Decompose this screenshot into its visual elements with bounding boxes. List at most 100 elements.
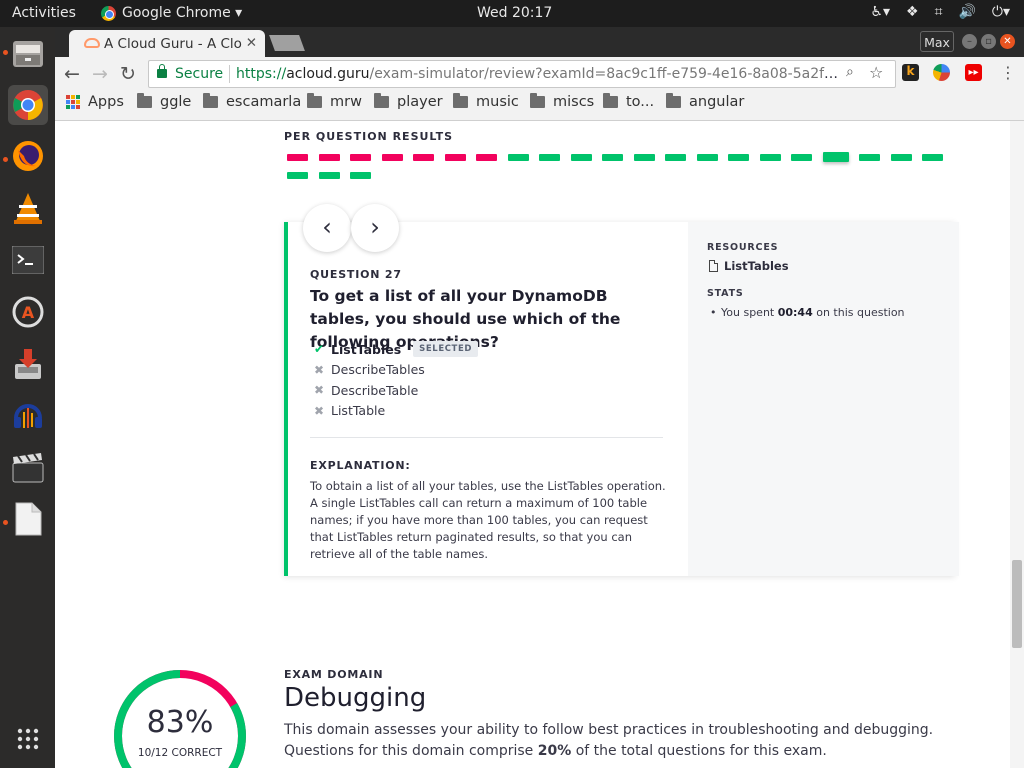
- question-result-dash[interactable]: [859, 154, 880, 161]
- folder-icon: [603, 93, 618, 108]
- scrollbar-thumb[interactable]: [1012, 560, 1022, 648]
- bookmarks-bar: Apps ggle escamarla mrw player music mis…: [55, 91, 1024, 121]
- software-updater-icon[interactable]: A: [8, 292, 48, 332]
- files-icon[interactable]: [8, 33, 48, 73]
- maximize-icon[interactable]: ▫: [981, 34, 996, 49]
- next-question-button[interactable]: ›: [351, 204, 399, 252]
- vlc-icon[interactable]: [8, 188, 48, 228]
- question-result-dash[interactable]: [539, 154, 560, 161]
- minimize-icon[interactable]: –: [962, 34, 977, 49]
- browser-toolbar: ← → ↻ Secure https://acloud.guru/exam-si…: [55, 57, 1024, 91]
- bookmark-folder-to[interactable]: to...: [603, 93, 655, 110]
- page-scrollbar[interactable]: [1010, 121, 1024, 768]
- system-top-bar: Activities Google Chrome ▾ Wed 20:17 ♿▾ …: [0, 0, 1024, 27]
- close-window-icon[interactable]: ✕: [1000, 34, 1015, 49]
- question-result-dash[interactable]: [444, 154, 466, 161]
- exam-domain-label: EXAM DOMAIN: [284, 668, 384, 681]
- checkmark-icon: ✔: [313, 342, 325, 357]
- cross-icon: ✖: [313, 403, 325, 418]
- question-result-dash[interactable]: [602, 154, 623, 161]
- bookmark-folder-ggle[interactable]: ggle: [137, 93, 191, 110]
- dropbox-icon[interactable]: ❖: [906, 4, 919, 20]
- question-result-dash[interactable]: [413, 154, 434, 161]
- chrome-dock-icon[interactable]: [8, 85, 48, 125]
- extension-colorpicker-icon[interactable]: [933, 64, 950, 81]
- cross-icon: ✖: [313, 362, 325, 377]
- question-result-dash[interactable]: [822, 152, 849, 162]
- back-arrow-icon[interactable]: ←: [64, 63, 80, 85]
- per-question-results-label: PER QUESTION RESULTS: [284, 130, 454, 143]
- bookmark-folder-music[interactable]: music: [453, 93, 519, 110]
- resource-link[interactable]: ListTables: [709, 259, 789, 273]
- previous-question-button[interactable]: ‹: [303, 204, 351, 252]
- question-result-dash[interactable]: [922, 154, 943, 161]
- secure-label: Secure: [175, 66, 224, 82]
- question-result-dash[interactable]: [728, 154, 749, 161]
- bookmark-label: miscs: [553, 94, 595, 110]
- bookmark-label: to...: [626, 94, 655, 110]
- bookmark-folder-angular[interactable]: angular: [666, 93, 744, 110]
- forward-arrow-icon[interactable]: →: [92, 63, 108, 85]
- question-result-dash[interactable]: [890, 154, 912, 161]
- question-result-dash[interactable]: [633, 154, 655, 161]
- question-result-dash[interactable]: [350, 154, 371, 161]
- bookmark-star-icon[interactable]: ☆: [869, 63, 883, 82]
- clock[interactable]: Wed 20:17: [477, 5, 552, 21]
- exam-domain-title: Debugging: [284, 683, 427, 713]
- new-tab-button[interactable]: [269, 35, 305, 51]
- bookmark-folder-escamarla[interactable]: escamarla: [203, 93, 301, 110]
- app-menu-label: Google Chrome ▾: [122, 5, 243, 21]
- question-result-dash[interactable]: [287, 172, 308, 179]
- tab-acloudguru[interactable]: A Cloud Guru - A Clo ✕: [69, 30, 265, 57]
- power-icon[interactable]: ⏻▾: [992, 4, 1010, 20]
- install-icon[interactable]: [8, 344, 48, 384]
- question-result-dash[interactable]: [318, 154, 340, 161]
- extension-k-icon[interactable]: k: [902, 64, 919, 81]
- volume-icon[interactable]: 🔊: [958, 4, 975, 20]
- per-question-results-bar: [287, 152, 945, 179]
- page-content: PER QUESTION RESULTS ‹ › QUESTION 27 To …: [55, 121, 1024, 768]
- bookmark-folder-mrw[interactable]: mrw: [307, 93, 362, 110]
- document-viewer-icon[interactable]: [8, 499, 48, 539]
- question-result-dash[interactable]: [791, 154, 812, 161]
- profile-button[interactable]: Max: [920, 31, 954, 52]
- domain-score-count: 10/12 CORRECT: [137, 747, 223, 759]
- video-editor-icon[interactable]: [8, 448, 48, 488]
- url-text[interactable]: https://acloud.guru/exam-simulator/revie…: [236, 66, 846, 82]
- question-result-dash[interactable]: [507, 154, 529, 161]
- extension-youtube-icon[interactable]: ▸▸: [965, 64, 982, 81]
- close-tab-icon[interactable]: ✕: [246, 35, 257, 51]
- answer-option-text: DescribeTable: [331, 382, 419, 398]
- network-icon[interactable]: ⌗: [935, 4, 943, 20]
- lock-icon: [157, 64, 167, 78]
- address-bar[interactable]: Secure https://acloud.guru/exam-simulato…: [148, 60, 896, 88]
- accessibility-icon[interactable]: ♿▾: [870, 4, 890, 20]
- answer-option: ✖ DescribeTable: [313, 380, 478, 401]
- activities-button[interactable]: Activities: [12, 5, 76, 21]
- app-menu[interactable]: Google Chrome ▾: [101, 5, 242, 21]
- question-result-dash[interactable]: [318, 172, 340, 179]
- zoom-icon[interactable]: ⌕: [846, 64, 854, 80]
- bookmark-folder-miscs[interactable]: miscs: [530, 93, 595, 110]
- terminal-icon[interactable]: [8, 240, 48, 280]
- question-result-dash[interactable]: [287, 154, 308, 161]
- system-tray[interactable]: ♿▾ ❖ ⌗ 🔊 ⏻▾: [870, 4, 1010, 20]
- resources-label: RESOURCES: [707, 242, 779, 253]
- folder-icon: [374, 93, 389, 108]
- folder-icon: [307, 93, 322, 108]
- bookmark-apps[interactable]: Apps: [66, 94, 124, 110]
- question-result-dash[interactable]: [759, 154, 781, 161]
- question-result-dash[interactable]: [350, 172, 371, 179]
- reload-icon[interactable]: ↻: [120, 63, 136, 85]
- audacity-icon[interactable]: [8, 396, 48, 436]
- chrome-menu-icon[interactable]: ⋮: [1000, 63, 1016, 82]
- question-result-dash[interactable]: [476, 154, 497, 161]
- question-result-dash[interactable]: [570, 154, 592, 161]
- question-result-dash[interactable]: [381, 154, 403, 161]
- show-applications-icon[interactable]: [8, 719, 48, 759]
- folder-icon: [203, 93, 218, 108]
- bookmark-folder-player[interactable]: player: [374, 93, 443, 110]
- question-result-dash[interactable]: [696, 154, 718, 161]
- firefox-icon[interactable]: [8, 136, 48, 176]
- question-result-dash[interactable]: [665, 154, 686, 161]
